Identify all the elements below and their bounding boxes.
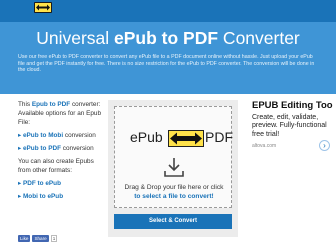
option-epub-to-pdf: ePub to PDF conversion <box>18 144 102 153</box>
page-title: Universal ePub to PDF Converter <box>0 27 336 49</box>
download-icon <box>164 158 184 177</box>
title-prefix: Universal <box>36 28 115 48</box>
drop-zone[interactable]: ePub PDF Drag & Drop your file here or c… <box>114 106 233 208</box>
epub-to-pdf-option-link[interactable]: ePub to PDF <box>23 145 61 152</box>
site-logo[interactable] <box>34 2 52 13</box>
facebook-buttons: Like Share 1 <box>18 235 58 242</box>
drop-text: Drag & Drop your file here or click <box>124 184 224 191</box>
converter-box: ePub PDF Drag & Drop your file here or c… <box>108 100 238 237</box>
fb-count: 1 <box>50 235 58 242</box>
fb-share-button[interactable]: Share <box>32 235 49 242</box>
pdf-to-epub-link[interactable]: PDF to ePub <box>23 180 61 187</box>
select-convert-button[interactable]: Select & Convert <box>114 214 232 229</box>
pdf-label: PDF <box>205 129 233 145</box>
chevron-right-icon[interactable]: › <box>319 140 330 151</box>
option-epub-to-mobi: ePub to Mobi conversion <box>18 131 102 140</box>
options-column: This Epub to PDF converter: Available op… <box>18 100 102 201</box>
also-text: You can also create Epubs from other for… <box>18 158 94 174</box>
intro-prefix: This <box>18 101 32 108</box>
ad-text: Create, edit, validate, preview. Fully-f… <box>252 114 327 138</box>
epub-to-mobi-link[interactable]: ePub to Mobi <box>23 132 63 139</box>
double-arrow-icon <box>170 132 202 145</box>
drop-instructions: Drag & Drop your file here or click to s… <box>117 183 231 201</box>
select-file-link[interactable]: to select a file to convert! <box>134 193 214 200</box>
option2-suffix: conversion <box>60 145 94 152</box>
double-arrow-icon <box>36 4 50 11</box>
ad-domain: altova.com <box>252 143 277 149</box>
page-description: Use our free ePub to PDF converter to co… <box>18 54 315 74</box>
option-pdf-to-epub: PDF to ePub <box>18 179 102 188</box>
conversion-arrow-icon <box>168 130 204 147</box>
fb-like-button[interactable]: Like <box>18 235 31 242</box>
epub-label: ePub <box>130 129 163 145</box>
option-mobi-to-epub: Mobi to ePub <box>18 192 102 201</box>
hero-banner: Universal ePub to PDF Converter Use our … <box>0 22 336 94</box>
option1-suffix: conversion <box>63 132 96 139</box>
top-bar <box>0 0 336 22</box>
ad-title[interactable]: EPUB Editing Too <box>252 100 333 111</box>
epub-to-pdf-link[interactable]: Epub to PDF <box>32 101 70 108</box>
mobi-to-epub-link[interactable]: Mobi to ePub <box>23 193 63 200</box>
intro-text: This Epub to PDF converter: Available op… <box>18 100 102 127</box>
title-suffix: Converter <box>218 28 300 48</box>
title-bold: ePub to PDF <box>114 28 219 48</box>
